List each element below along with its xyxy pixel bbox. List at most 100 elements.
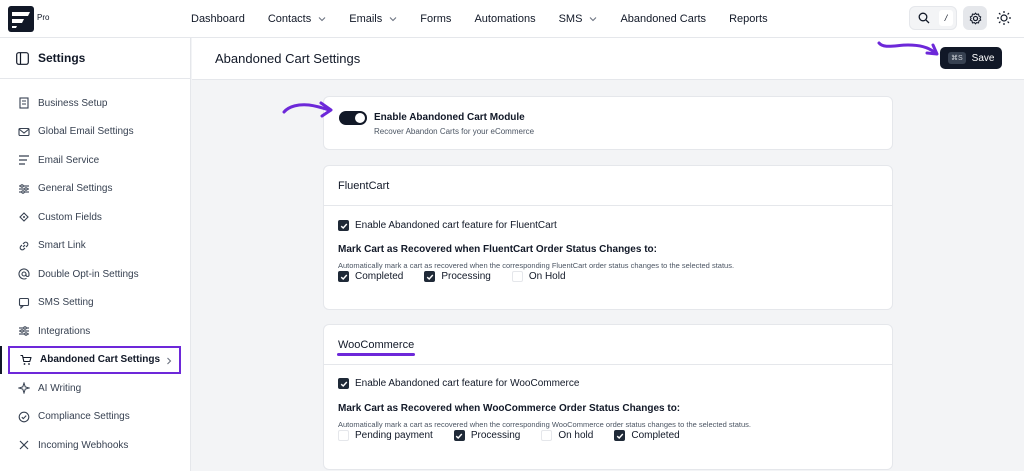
nav-item-label: SMS [558, 13, 583, 25]
fluentcart-option-checkbox[interactable] [338, 271, 349, 282]
sidebar-menu: Business Setup Global Email Settings Email… [0, 89, 191, 460]
sidebar-item-double-opt-in-settings[interactable]: Double Opt-in Settings [0, 260, 191, 289]
sidebar-header: Settings [0, 38, 190, 79]
nav-item-contacts[interactable]: Contacts [268, 13, 326, 25]
sidebar-title: Settings [38, 51, 86, 65]
nav-item-label: Dashboard [191, 13, 245, 25]
fluentcart-option-checkbox[interactable] [424, 271, 436, 282]
woocommerce-option-label: On hold [558, 430, 594, 441]
woocommerce-option-label: Completed [631, 430, 680, 441]
sidebar-item-integrations[interactable]: Integrations [0, 317, 191, 346]
theme-toggle-sun-icon[interactable] [996, 10, 1012, 26]
settings-sidebar: Settings Business Setup Global Email Sett… [0, 38, 191, 471]
sidebar-item-label: Email Service [38, 154, 100, 166]
chevron-down-icon [590, 17, 597, 22]
woocommerce-option-checkbox[interactable] [541, 430, 553, 441]
woocommerce-status-options: Pending payment Processing On hold Complete… [338, 430, 701, 441]
search-button[interactable]: / [909, 6, 957, 30]
sidebar-item-label: Double Opt-in Settings [38, 268, 139, 280]
sparkle-icon [18, 382, 30, 395]
building-icon [19, 97, 29, 109]
sidebar-item-label: Business Setup [38, 97, 108, 109]
nav-item-sms[interactable]: SMS [559, 13, 598, 25]
save-shortcut: ⌘S [948, 52, 966, 64]
settings-button[interactable] [963, 6, 987, 30]
fluentcart-option-label: Processing [441, 271, 491, 282]
save-label: Save [971, 52, 995, 64]
nav-item-forms[interactable]: Forms [420, 13, 451, 25]
woocommerce-option-checkbox[interactable] [614, 430, 626, 441]
woocommerce-option-on-hold[interactable]: On hold [541, 430, 593, 441]
sidebar-item-label: Smart Link [38, 240, 86, 252]
nav-item-label: Abandoned Carts [620, 13, 707, 25]
woocommerce-option-pending-payment[interactable]: Pending payment [338, 430, 433, 441]
fluentcart-enable-checkbox[interactable] [338, 220, 349, 231]
fluentcart-option-label: Completed [355, 271, 404, 282]
sidebar-item-global-email-settings[interactable]: Global Email Settings [0, 118, 191, 147]
sidebar-panel-icon[interactable] [16, 51, 29, 65]
nav-item-emails[interactable]: Emails [349, 13, 397, 25]
woocommerce-option-completed[interactable]: Completed [614, 430, 680, 441]
webhook-icon [19, 440, 29, 450]
sidebar-item-label: Global Email Settings [38, 126, 134, 138]
enable-module-toggle[interactable] [339, 111, 367, 125]
main-nav: Dashboard Contacts Emails Forms Automations S… [191, 0, 791, 38]
cart-icon [20, 354, 32, 365]
fluentcrm-logo-icon[interactable] [8, 6, 34, 32]
woocommerce-option-processing[interactable]: Processing [453, 430, 520, 441]
nav-item-reports[interactable]: Reports [729, 13, 768, 25]
nav-item-automations[interactable]: Automations [474, 13, 535, 25]
woocommerce-enable-checkbox[interactable] [338, 378, 349, 389]
chevron-down-icon [389, 17, 397, 22]
check-icon [456, 433, 463, 439]
sidebar-item-custom-fields[interactable]: Custom Fields [0, 203, 191, 232]
fluentcart-option-processing[interactable]: Processing [424, 271, 491, 282]
fluentcart-option-checkbox[interactable] [511, 271, 523, 282]
sidebar-item-label: Custom Fields [38, 211, 102, 223]
module-toggle-title: Enable Abandoned Cart Module [374, 112, 525, 123]
link-icon [19, 241, 29, 251]
save-button[interactable]: ⌘S Save [940, 47, 1002, 69]
woocommerce-option-label: Pending payment [355, 430, 433, 441]
fluentcart-header: FluentCart [324, 166, 892, 206]
gear-icon [969, 11, 981, 25]
chevron-right-icon [167, 357, 172, 364]
woocommerce-option-checkbox[interactable] [338, 430, 349, 441]
woocommerce-status-title: Mark Cart as Recovered when WooCommerce … [338, 403, 681, 414]
woocommerce-option-checkbox[interactable] [453, 430, 465, 441]
search-icon [918, 12, 930, 24]
sidebar-item-sms-setting[interactable]: SMS Setting [0, 289, 191, 318]
sliders-icon [19, 184, 29, 194]
nav-item-dashboard[interactable]: Dashboard [191, 13, 245, 25]
nav-item-label: Reports [729, 13, 768, 25]
fluentcart-option-completed[interactable]: Completed [338, 271, 403, 282]
nav-item-label: Emails [349, 13, 383, 25]
sidebar-item-email-service[interactable]: Email Service [0, 146, 191, 175]
woocommerce-status-subtitle: Automatically mark a cart as recovered w… [338, 420, 751, 429]
woocommerce-card: WooCommerce Enable Abandoned cart featur… [323, 324, 893, 470]
plug-icon [19, 326, 29, 336]
sidebar-item-abandoned-cart-settings[interactable]: Abandoned Cart Settings [8, 345, 181, 374]
search-shortcut: / [939, 10, 953, 26]
woocommerce-enable-row[interactable]: Enable Abandoned cart feature for WooCom… [338, 378, 579, 389]
page-title: Abandoned Cart Settings [215, 51, 361, 66]
sidebar-item-ai-writing[interactable]: AI Writing [0, 374, 191, 403]
fluentcart-card: FluentCart Enable Abandoned cart feature… [323, 165, 893, 310]
at-icon [18, 268, 30, 280]
nav-item-abandoned-carts[interactable]: Abandoned Carts [620, 13, 706, 25]
sidebar-item-smart-link[interactable]: Smart Link [0, 232, 191, 261]
active-item-marker [0, 346, 2, 374]
fluentcart-status-options: Completed Processing On Hold [338, 271, 587, 282]
chevron-down-icon [318, 17, 326, 22]
module-card: Enable Abandoned Cart Module Recover Aba… [323, 96, 893, 150]
sidebar-item-compliance-settings[interactable]: Compliance Settings [0, 403, 191, 432]
fluentcart-option-on-hold[interactable]: On Hold [511, 271, 566, 282]
check-icon [340, 223, 347, 229]
sidebar-item-general-settings[interactable]: General Settings [0, 175, 191, 204]
sidebar-item-business-setup[interactable]: Business Setup [0, 89, 191, 118]
sidebar-item-label: SMS Setting [38, 297, 94, 309]
sidebar-item-label: Incoming Webhooks [38, 439, 129, 451]
fluentcart-enable-row[interactable]: Enable Abandoned cart feature for Fluent… [338, 220, 557, 231]
mail-icon [18, 127, 30, 136]
sidebar-item-incoming-webhooks[interactable]: Incoming Webhooks [0, 431, 191, 460]
